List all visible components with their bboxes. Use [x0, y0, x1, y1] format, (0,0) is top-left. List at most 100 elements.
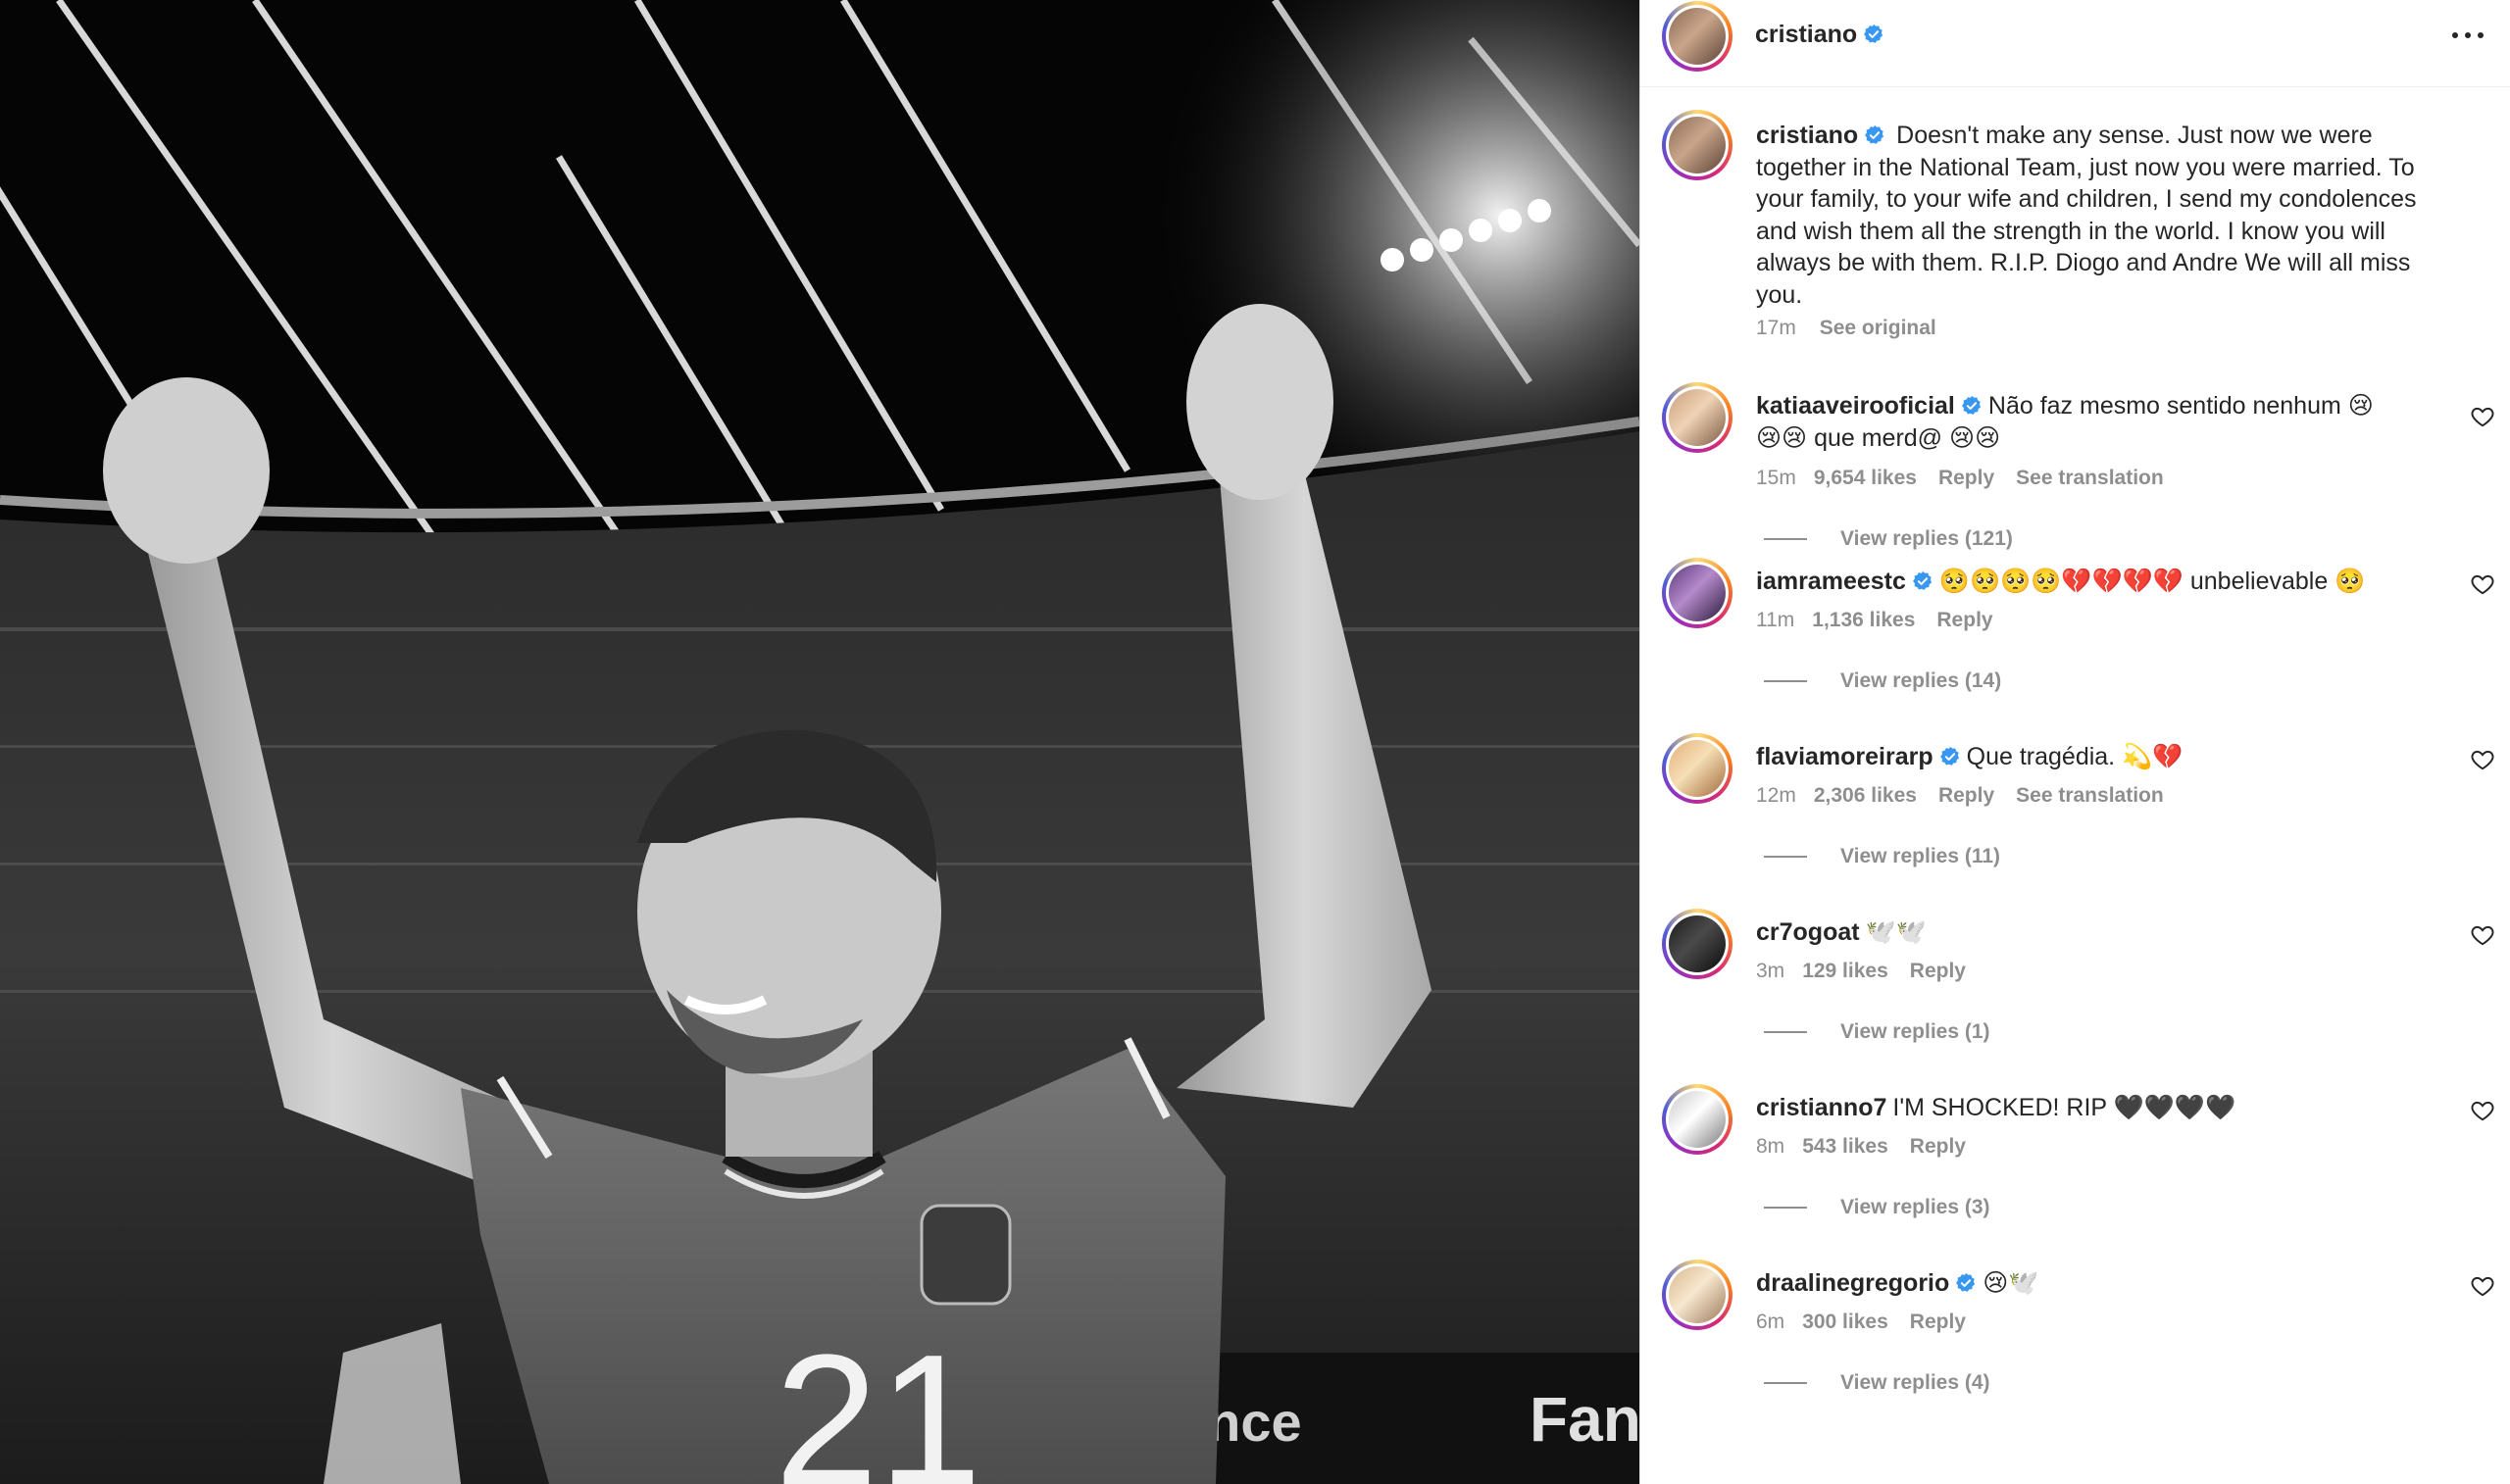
comment-likes[interactable]: 300 likes	[1802, 1311, 1888, 1333]
post-header: cristiano	[1640, 0, 2510, 87]
replies-divider	[1764, 1031, 1807, 1033]
heart-icon	[2471, 1101, 2494, 1121]
reply-button[interactable]: Reply	[1938, 467, 1994, 489]
like-comment-button[interactable]	[2470, 1098, 2495, 1123]
heart-icon	[2471, 925, 2494, 946]
comment-text: 🕊️🕊️	[1865, 918, 1927, 946]
verified-badge-icon	[1956, 1272, 1976, 1292]
author-avatar[interactable]	[1662, 1, 1732, 72]
view-replies-button[interactable]: View replies (1)	[1764, 1020, 1990, 1044]
like-comment-button[interactable]	[2470, 1273, 2495, 1299]
comment-time: 3m	[1756, 960, 1785, 982]
caption-username[interactable]: cristiano	[1756, 122, 1885, 149]
see-original-link[interactable]: See original	[1820, 317, 1936, 339]
comment-text: I'M SHOCKED! RIP 🖤🖤🖤🖤	[1892, 1094, 2236, 1121]
comment-item: cristianno7 I'M SHOCKED! RIP 🖤🖤🖤🖤 8m 543 li…	[1640, 1084, 2510, 1260]
comment-body: cristianno7 I'M SHOCKED! RIP 🖤🖤🖤🖤	[1756, 1092, 2393, 1124]
caption-time: 17m	[1756, 317, 1796, 339]
heart-icon	[2471, 1276, 2494, 1297]
verified-badge-icon	[1912, 570, 1932, 590]
comment-body: katiaaveirooficial Não faz mesmo sentido …	[1756, 390, 2393, 454]
caption-meta: 17m See original	[1756, 317, 1936, 340]
ad-board-text-2: Fan	[1530, 1384, 1639, 1455]
comment-likes[interactable]: 129 likes	[1802, 960, 1888, 982]
comment-avatar[interactable]	[1662, 909, 1732, 979]
heart-icon	[2471, 750, 2494, 770]
comment-meta: 15m 9,654 likes Reply See translation	[1756, 467, 2164, 490]
see-translation-link[interactable]: See translation	[2016, 784, 2164, 807]
replies-divider	[1764, 538, 1807, 540]
like-comment-button[interactable]	[2470, 404, 2495, 429]
comment-item: flaviamoreirarp Que tragédia. 💫💔 12m 2,306 …	[1640, 733, 2510, 909]
comment-body: cr7ogoat 🕊️🕊️	[1756, 916, 2393, 949]
heart-icon	[2471, 407, 2494, 427]
comment-item: draalinegregorio 😢🕊️ 6m 300 likes Reply View …	[1640, 1260, 2510, 1435]
view-replies-button[interactable]: View replies (121)	[1764, 527, 2013, 551]
view-replies-button[interactable]: View replies (11)	[1764, 845, 2000, 868]
comment-meta: 8m 543 likes Reply	[1756, 1135, 1987, 1159]
comment-body: flaviamoreirarp Que tragédia. 💫💔	[1756, 741, 2393, 773]
verified-badge-icon	[1865, 124, 1884, 144]
comment-body: draalinegregorio 😢🕊️	[1756, 1267, 2393, 1300]
reply-button[interactable]: Reply	[1910, 1311, 1966, 1333]
comment-body: iamrameestc 🥺🥺🥺🥺💔💔💔💔 unbelievable 🥺	[1756, 566, 2393, 598]
verified-badge-icon	[1864, 24, 1883, 43]
caption-text: Doesn't make any sense. Just now we were…	[1756, 122, 2417, 309]
comment-text: Que tragédia. 💫💔	[1966, 743, 2184, 770]
comment-username[interactable]: flaviamoreirarp	[1756, 743, 1961, 770]
comment-username[interactable]: iamrameestc	[1756, 568, 1933, 595]
more-options-button[interactable]	[2446, 22, 2489, 49]
view-replies-label: View replies (121)	[1840, 527, 2013, 550]
replies-divider	[1764, 856, 1807, 858]
reply-button[interactable]: Reply	[1938, 784, 1994, 807]
comment-username[interactable]: katiaaveirooficial	[1756, 392, 1983, 420]
comment-time: 11m	[1756, 609, 1795, 631]
view-replies-label: View replies (1)	[1840, 1020, 1990, 1043]
reply-button[interactable]: Reply	[1936, 609, 1992, 631]
view-replies-button[interactable]: View replies (3)	[1764, 1196, 1990, 1219]
like-comment-button[interactable]	[2470, 571, 2495, 597]
post-photo: ence Fan 21	[0, 0, 1639, 1484]
reply-button[interactable]: Reply	[1910, 1135, 1966, 1158]
comment-meta: 11m 1,136 likes Reply	[1756, 609, 2015, 632]
caption-text-block: cristiano Doesn't make any sense. Just n…	[1756, 120, 2462, 311]
comment-text: 🥺🥺🥺🥺💔💔💔💔 unbelievable 🥺	[1938, 568, 2366, 595]
caption-avatar[interactable]	[1662, 110, 1732, 180]
verified-badge-icon	[1939, 746, 1959, 766]
comment-time: 6m	[1756, 1311, 1785, 1333]
comment-time: 15m	[1756, 467, 1796, 489]
comment-time: 12m	[1756, 784, 1796, 807]
reply-button[interactable]: Reply	[1910, 960, 1966, 982]
view-replies-label: View replies (14)	[1840, 669, 2002, 692]
heart-icon	[2471, 574, 2494, 595]
comment-username[interactable]: cr7ogoat	[1756, 918, 1860, 946]
like-comment-button[interactable]	[2470, 922, 2495, 948]
comment-text: 😢🕊️	[1983, 1269, 2039, 1297]
comment-username[interactable]: cristianno7	[1756, 1094, 1886, 1121]
verified-badge-icon	[1961, 395, 1981, 415]
comment-meta: 6m 300 likes Reply	[1756, 1311, 1987, 1334]
see-translation-link[interactable]: See translation	[2016, 467, 2164, 489]
comment-likes[interactable]: 2,306 likes	[1814, 784, 1917, 807]
comment-avatar[interactable]	[1662, 558, 1732, 628]
comment-avatar[interactable]	[1662, 733, 1732, 804]
comments-panel: cristiano cristiano Doesn't make any sen…	[1639, 0, 2510, 1484]
comment-meta: 12m 2,306 likes Reply See translation	[1756, 784, 2164, 808]
comment-item: iamrameestc 🥺🥺🥺🥺💔💔💔💔 unbelievable 🥺 11m 1,1…	[1640, 558, 2510, 733]
comment-likes[interactable]: 9,654 likes	[1814, 467, 1917, 489]
view-replies-button[interactable]: View replies (14)	[1764, 669, 2001, 693]
view-replies-label: View replies (3)	[1840, 1196, 1990, 1218]
comment-likes[interactable]: 1,136 likes	[1812, 609, 1915, 631]
replies-divider	[1764, 1382, 1807, 1384]
comment-avatar[interactable]	[1662, 382, 1732, 453]
comment-item: cr7ogoat 🕊️🕊️ 3m 129 likes Reply View replies…	[1640, 909, 2510, 1084]
comment-likes[interactable]: 543 likes	[1802, 1135, 1888, 1158]
replies-divider	[1764, 1207, 1807, 1209]
comment-username[interactable]: draalinegregorio	[1756, 1269, 1977, 1297]
replies-divider	[1764, 680, 1807, 682]
view-replies-button[interactable]: View replies (4)	[1764, 1371, 1990, 1395]
like-comment-button[interactable]	[2470, 747, 2495, 772]
author-username[interactable]: cristiano	[1755, 21, 1884, 49]
comment-avatar[interactable]	[1662, 1084, 1732, 1155]
comment-avatar[interactable]	[1662, 1260, 1732, 1330]
